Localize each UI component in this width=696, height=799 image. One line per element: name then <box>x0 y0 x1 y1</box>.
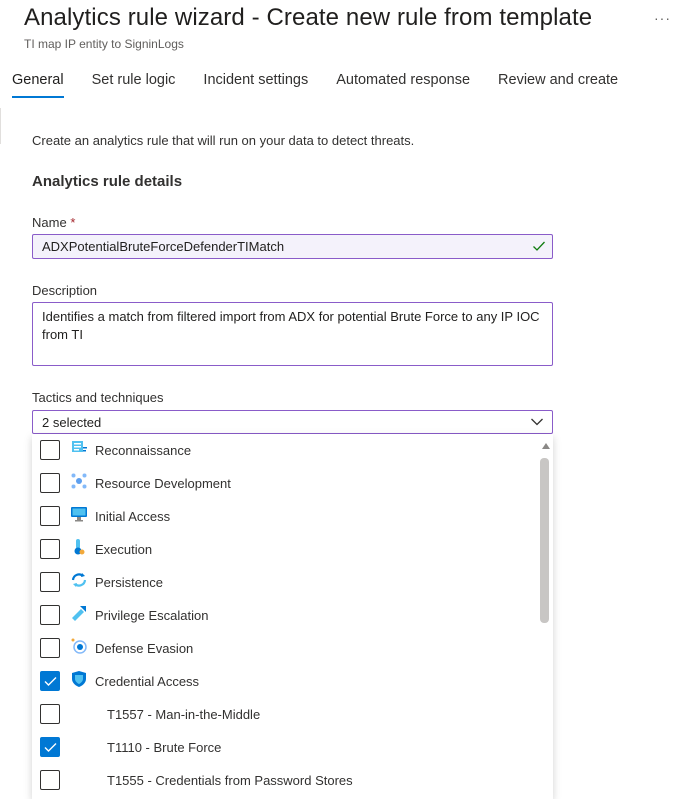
technique-option-label: T1110 - Brute Force <box>107 740 222 755</box>
checkbox[interactable] <box>40 506 60 526</box>
tab-incident-settings[interactable]: Incident settings <box>203 72 308 98</box>
resource-development-icon <box>71 473 87 489</box>
section-title: Analytics rule details <box>32 173 183 190</box>
page-title: Analytics rule wizard - Create new rule … <box>24 4 593 31</box>
checkbox[interactable] <box>40 572 60 592</box>
tactic-option-label: Reconnaissance <box>95 443 192 458</box>
checkbox-checked[interactable] <box>40 737 60 757</box>
privilege-escalation-icon <box>72 606 86 621</box>
tactic-option-label: Privilege Escalation <box>95 608 209 623</box>
execution-icon <box>74 539 85 555</box>
technique-option-label: T1557 - Man-in-the-Middle <box>107 707 261 722</box>
tactics-dropdown[interactable]: 2 selected <box>32 410 553 434</box>
panel-edge-divider <box>0 108 4 144</box>
tactic-option-label: Defense Evasion <box>95 641 194 656</box>
chevron-down-icon <box>531 418 543 426</box>
tab-general[interactable]: General <box>12 72 64 98</box>
name-label: Name * <box>32 215 75 230</box>
scrollbar-thumb[interactable] <box>540 458 549 623</box>
valid-check-icon <box>533 241 545 251</box>
checkbox[interactable] <box>40 638 60 658</box>
defense-evasion-icon <box>71 638 87 654</box>
tab-automated-response[interactable]: Automated response <box>336 72 470 98</box>
technique-option-t1555[interactable]: T1555 - Credentials from Password Stores <box>32 764 532 797</box>
tactic-option-label: Credential Access <box>95 674 200 689</box>
reconnaissance-icon <box>72 441 87 452</box>
tactic-option-persistence[interactable]: Persistence <box>32 566 532 599</box>
tactics-label: Tactics and techniques <box>32 390 164 405</box>
tactic-option-label: Initial Access <box>95 509 171 524</box>
tactic-option-defense-evasion[interactable]: Defense Evasion <box>32 632 532 665</box>
name-label-text: Name <box>32 215 67 230</box>
tactic-option-execution[interactable]: Execution <box>32 533 532 566</box>
technique-option-label: T1555 - Credentials from Password Stores <box>107 773 353 788</box>
required-marker: * <box>70 215 76 230</box>
tactic-option-reconnaissance[interactable]: Reconnaissance <box>32 434 532 467</box>
checkbox[interactable] <box>40 473 60 493</box>
wizard-tabs: General Set rule logic Incident settings… <box>12 72 646 98</box>
checkmark-icon <box>44 743 57 752</box>
checkbox[interactable] <box>40 704 60 724</box>
tactic-option-label: Execution <box>95 542 153 557</box>
name-input[interactable]: ADXPotentialBruteForceDefenderTIMatch <box>32 234 553 259</box>
tactics-listbox: Reconnaissance Resource Development Init… <box>32 434 553 799</box>
name-input-value: ADXPotentialBruteForceDefenderTIMatch <box>42 239 285 254</box>
technique-option-t1557[interactable]: T1557 - Man-in-the-Middle <box>32 698 532 731</box>
initial-access-icon <box>71 507 87 522</box>
page-subtitle: TI map IP entity to SigninLogs <box>24 37 184 51</box>
checkbox[interactable] <box>40 605 60 625</box>
tab-set-rule-logic[interactable]: Set rule logic <box>92 72 176 98</box>
tactics-selected-value: 2 selected <box>42 415 102 430</box>
description-textarea[interactable]: Identifies a match from filtered import … <box>32 302 553 366</box>
checkmark-icon <box>44 677 57 686</box>
checkbox-checked[interactable] <box>40 671 60 691</box>
checkbox[interactable] <box>40 539 60 559</box>
tactic-option-credential-access[interactable]: Credential Access <box>32 665 532 698</box>
more-options-button[interactable]: ··· <box>654 10 671 26</box>
persistence-icon <box>71 573 87 587</box>
checkbox[interactable] <box>40 770 60 790</box>
credential-access-icon <box>72 671 86 687</box>
tactic-option-label: Persistence <box>95 575 163 590</box>
intro-text: Create an analytics rule that will run o… <box>32 133 415 148</box>
tactic-option-label: Resource Development <box>95 476 231 491</box>
technique-option-t1110[interactable]: T1110 - Brute Force <box>32 731 532 764</box>
tactic-option-initial-access[interactable]: Initial Access <box>32 500 532 533</box>
scroll-up-arrow-icon[interactable] <box>542 443 550 449</box>
tactic-option-privilege-escalation[interactable]: Privilege Escalation <box>32 599 532 632</box>
tab-review-and-create[interactable]: Review and create <box>498 72 618 98</box>
checkbox[interactable] <box>40 440 60 460</box>
description-label: Description <box>32 283 98 298</box>
tactic-option-resource-development[interactable]: Resource Development <box>32 467 532 500</box>
